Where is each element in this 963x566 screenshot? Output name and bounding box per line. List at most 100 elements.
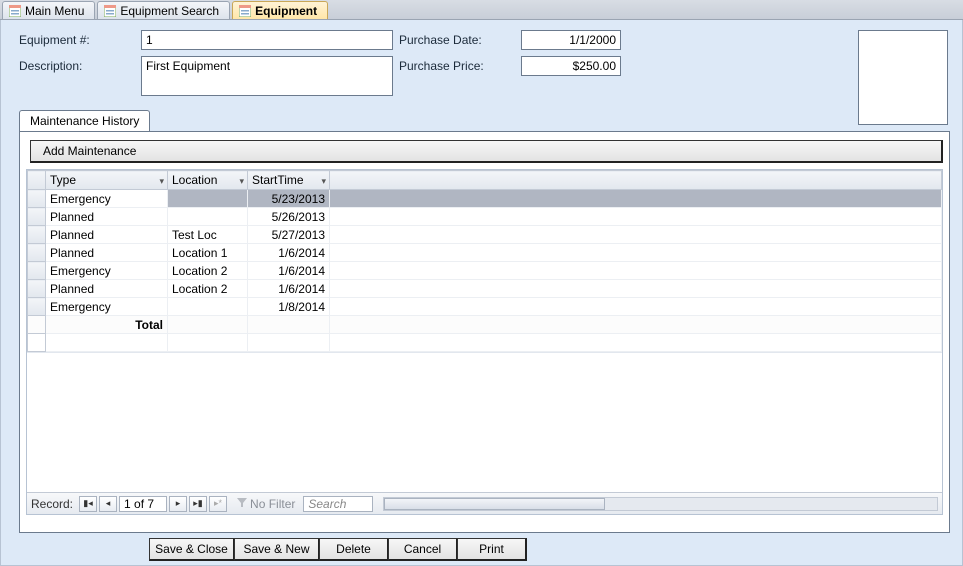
table-row-empty <box>28 334 942 352</box>
print-button[interactable]: Print <box>457 538 527 561</box>
cancel-button[interactable]: Cancel <box>388 538 458 561</box>
add-maintenance-button[interactable]: Add Maintenance <box>30 140 943 163</box>
maintenance-grid: Type ▾ Location▾ StartTime ▾ Emergency 5/23… <box>26 169 943 515</box>
description-field[interactable]: First Equipment <box>141 56 393 96</box>
cell-location[interactable]: Location 2 <box>168 280 248 298</box>
scrollbar-thumb[interactable] <box>384 498 605 510</box>
doc-tab-equipment-search[interactable]: Equipment Search <box>97 1 230 19</box>
form-icon <box>104 5 116 17</box>
cell-type[interactable]: Emergency <box>46 298 168 316</box>
cell-location[interactable] <box>168 298 248 316</box>
row-header[interactable] <box>28 208 46 226</box>
save-new-button[interactable]: Save & New <box>234 538 320 561</box>
equipment-number-label: Equipment #: <box>19 30 141 47</box>
cell-type[interactable]: Planned <box>46 280 168 298</box>
nav-first-button[interactable]: ▮◂ <box>79 496 97 512</box>
purchase-date-label: Purchase Date: <box>399 30 521 47</box>
form-icon <box>9 5 21 17</box>
filter-indicator[interactable]: No Filter <box>237 497 295 511</box>
cell-location[interactable]: Test Loc <box>168 226 248 244</box>
doc-tab-equipment[interactable]: Equipment <box>232 1 328 19</box>
purchase-price-label: Purchase Price: <box>399 56 521 73</box>
tab-maintenance-history[interactable]: Maintenance History <box>19 110 150 131</box>
form-button-bar: Save & Close Save & New Delete Cancel Pr… <box>149 538 526 561</box>
cell-starttime[interactable]: 5/27/2013 <box>248 226 330 244</box>
form-top: Equipment #: 1 Description: First Equipm… <box>19 30 950 102</box>
col-header-location[interactable]: Location▾ <box>168 171 248 190</box>
cell-filler <box>330 280 942 298</box>
cell-starttime[interactable]: 1/6/2014 <box>248 280 330 298</box>
chevron-down-icon[interactable]: ▾ <box>159 176 164 187</box>
cell-location[interactable] <box>168 208 248 226</box>
table-row[interactable]: Emergency 1/8/2014 <box>28 298 942 316</box>
table-row[interactable]: PlannedTest Loc5/27/2013 <box>28 226 942 244</box>
cell-starttime[interactable]: 1/6/2014 <box>248 244 330 262</box>
row-header[interactable] <box>28 262 46 280</box>
cell-starttime[interactable]: 1/6/2014 <box>248 262 330 280</box>
cell-location[interactable] <box>168 190 248 208</box>
save-close-button[interactable]: Save & Close <box>149 538 235 561</box>
horizontal-scrollbar[interactable] <box>383 497 938 511</box>
chevron-down-icon[interactable]: ▾ <box>239 176 244 187</box>
cell-type[interactable]: Emergency <box>46 262 168 280</box>
col-header-label: Type <box>50 173 76 187</box>
row-header[interactable] <box>28 244 46 262</box>
col-header-type[interactable]: Type ▾ <box>46 171 168 190</box>
table-row[interactable]: PlannedLocation 21/6/2014 <box>28 280 942 298</box>
row-header <box>28 316 46 334</box>
cell-starttime[interactable]: 1/8/2014 <box>248 298 330 316</box>
cell-filler <box>330 262 942 280</box>
cell-type[interactable]: Planned <box>46 244 168 262</box>
total-label: Total <box>46 316 168 334</box>
app-window: Main Menu Equipment Search Equipment Equ… <box>0 0 963 566</box>
record-navigator: Record: ▮◂ ◂ 1 of 7 ▸ ▸▮ ▸* No Filter <box>27 492 942 514</box>
chevron-down-icon[interactable]: ▾ <box>321 176 326 187</box>
row-header[interactable] <box>28 190 46 208</box>
col-header-filler <box>330 171 942 190</box>
equipment-number-field[interactable]: 1 <box>141 30 393 50</box>
purchase-date-field[interactable]: 1/1/2000 <box>521 30 621 50</box>
total-row: Total <box>28 316 942 334</box>
form-area: Equipment #: 1 Description: First Equipm… <box>0 20 963 566</box>
select-all-corner[interactable] <box>28 171 46 190</box>
cell-filler <box>330 244 942 262</box>
cell-starttime[interactable]: 5/26/2013 <box>248 208 330 226</box>
doc-tab-label: Equipment Search <box>120 4 219 18</box>
grid-header-row: Type ▾ Location▾ StartTime ▾ <box>28 171 942 190</box>
description-label: Description: <box>19 56 141 73</box>
doc-tab-label: Main Menu <box>25 4 84 18</box>
row-header[interactable] <box>28 226 46 244</box>
cell-type[interactable]: Emergency <box>46 190 168 208</box>
nav-new-button[interactable]: ▸* <box>209 496 227 512</box>
cell-location[interactable]: Location 1 <box>168 244 248 262</box>
cell-filler <box>330 226 942 244</box>
filter-label: No Filter <box>250 497 295 511</box>
cell-location[interactable]: Location 2 <box>168 262 248 280</box>
doc-tab-label: Equipment <box>255 4 317 18</box>
subform-panel: Add Maintenance Type▾ Location▾ St <box>19 131 950 533</box>
nav-last-button[interactable]: ▸▮ <box>189 496 207 512</box>
cell-type[interactable]: Planned <box>46 226 168 244</box>
table-row[interactable]: PlannedLocation 11/6/2014 <box>28 244 942 262</box>
table-row[interactable]: Emergency 5/23/2013 <box>28 190 942 208</box>
nav-prev-button[interactable]: ◂ <box>99 496 117 512</box>
form-icon <box>239 5 251 17</box>
col-header-starttime[interactable]: StartTime ▾ <box>248 171 330 190</box>
cell-type[interactable]: Planned <box>46 208 168 226</box>
document-tabs-bar: Main Menu Equipment Search Equipment <box>0 0 963 20</box>
delete-button[interactable]: Delete <box>319 538 389 561</box>
picture-box[interactable] <box>858 30 948 125</box>
cell-starttime[interactable]: 5/23/2013 <box>248 190 330 208</box>
cell-filler <box>330 208 942 226</box>
subform-container: Maintenance History Add Maintenance Type… <box>19 110 950 533</box>
col-header-label: StartTime <box>252 173 304 187</box>
doc-tab-main-menu[interactable]: Main Menu <box>2 1 95 19</box>
record-position-field[interactable]: 1 of 7 <box>119 496 167 512</box>
table-row[interactable]: Planned 5/26/2013 <box>28 208 942 226</box>
record-search-input[interactable]: Search <box>303 496 373 512</box>
row-header[interactable] <box>28 298 46 316</box>
nav-next-button[interactable]: ▸ <box>169 496 187 512</box>
row-header[interactable] <box>28 280 46 298</box>
purchase-price-field[interactable]: $250.00 <box>521 56 621 76</box>
table-row[interactable]: EmergencyLocation 21/6/2014 <box>28 262 942 280</box>
